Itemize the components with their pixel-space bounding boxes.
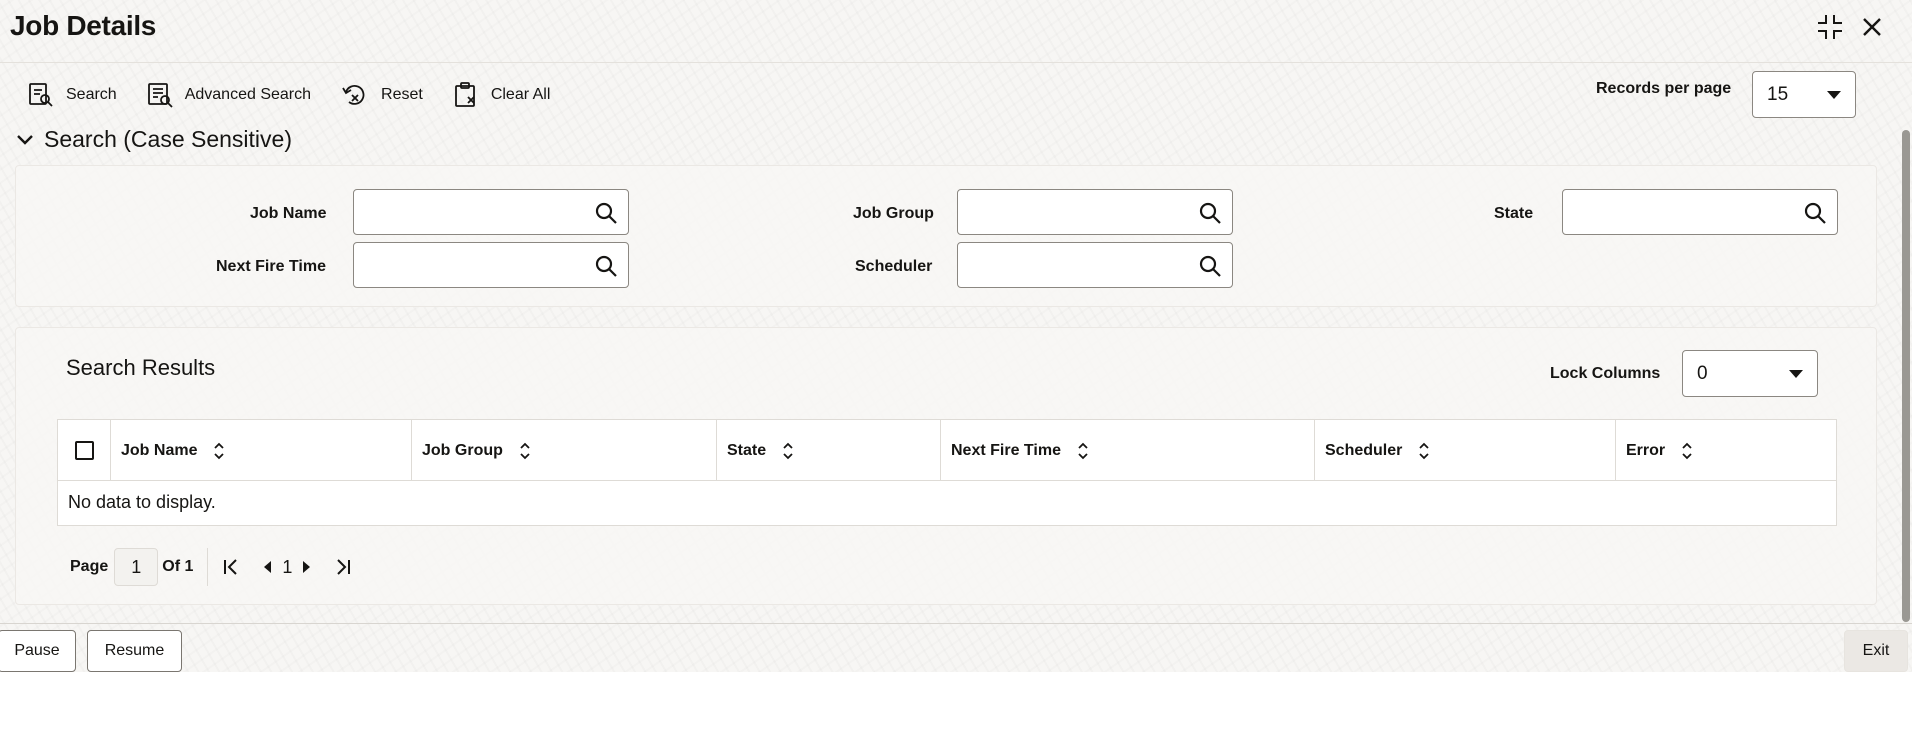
resume-button[interactable]: Resume [87, 630, 182, 672]
caret-right-icon [303, 561, 311, 573]
pause-button[interactable]: Pause [0, 630, 76, 672]
next-fire-time-label: Next Fire Time [216, 258, 326, 275]
clear-all-button[interactable]: Clear All [453, 82, 551, 108]
search-section-toggle[interactable]: Search (Case Sensitive) [16, 126, 292, 153]
page-count-label: Of 1 [162, 558, 194, 575]
search-section-title: Search (Case Sensitive) [44, 126, 292, 152]
collapse-icon [1818, 15, 1842, 39]
search-button-label: Search [66, 86, 117, 103]
search-icon[interactable] [1198, 201, 1222, 225]
page-title: Job Details [10, 10, 157, 41]
records-per-page-value: 15 [1767, 83, 1789, 105]
search-criteria-panel: Job Name Job Group State Next Fire Time … [15, 165, 1877, 307]
search-button[interactable]: Search [28, 82, 117, 108]
job-name-label: Job Name [250, 205, 327, 222]
column-label: Error [1626, 441, 1666, 459]
scheduler-field[interactable] [957, 242, 1233, 288]
sort-icon[interactable] [213, 442, 225, 460]
page-number-input[interactable]: 1 [114, 548, 159, 586]
close-icon [1863, 18, 1881, 36]
toolbar: Search Advanced Search Reset Clear All [28, 80, 580, 110]
column-label: Job Group [422, 441, 503, 459]
job-details-window: Job Details Search Advanced Search Reset… [0, 0, 1912, 672]
job-name-field[interactable] [353, 189, 629, 235]
records-per-page-select[interactable]: 15 [1752, 71, 1856, 118]
next-fire-time-field[interactable] [353, 242, 629, 288]
collapse-button[interactable] [1815, 12, 1845, 42]
lock-columns-label: Lock Columns [1550, 365, 1661, 382]
column-header-next-fire-time[interactable]: Next Fire Time [940, 420, 1314, 481]
column-header-error[interactable]: Error [1615, 420, 1836, 481]
column-label: Scheduler [1325, 441, 1403, 459]
next-page-button[interactable] [302, 560, 312, 574]
exit-button[interactable]: Exit [1844, 630, 1908, 672]
search-icon[interactable] [594, 254, 618, 278]
chevron-down-icon [17, 134, 33, 145]
column-label: Next Fire Time [951, 441, 1061, 459]
advanced-search-icon [147, 83, 173, 108]
reset-icon [342, 85, 365, 105]
search-results-panel: Search Results Lock Columns 0 Job Name J… [15, 327, 1877, 605]
sort-icon[interactable] [782, 442, 794, 460]
lock-columns-value: 0 [1697, 362, 1708, 384]
first-page-icon [224, 559, 238, 575]
advanced-search-button[interactable]: Advanced Search [147, 82, 311, 108]
current-page-number[interactable]: 1 [282, 557, 292, 578]
lock-columns-select[interactable]: 0 [1682, 350, 1818, 397]
column-header-job-name[interactable]: Job Name [110, 420, 411, 481]
previous-page-button[interactable] [262, 560, 272, 574]
sort-icon[interactable] [1418, 442, 1430, 460]
chevron-down-icon [1827, 90, 1841, 99]
page-label: Page [70, 558, 109, 575]
job-group-label: Job Group [853, 205, 934, 222]
column-header-state[interactable]: State [716, 420, 940, 481]
reset-label: Reset [381, 86, 423, 103]
caret-left-icon [264, 561, 272, 573]
column-header-job-group[interactable]: Job Group [411, 420, 716, 481]
sort-icon[interactable] [1681, 442, 1693, 460]
clear-all-label: Clear All [490, 86, 551, 103]
search-icon[interactable] [1198, 254, 1222, 278]
clear-all-icon [454, 82, 475, 107]
first-page-button[interactable] [222, 558, 240, 576]
select-all-checkbox[interactable] [75, 441, 94, 460]
pagination: Page 1 Of 1 1 [70, 548, 352, 586]
search-icon[interactable] [594, 201, 618, 225]
close-button[interactable] [1857, 12, 1887, 42]
search-form-icon [29, 83, 53, 107]
vertical-scrollbar[interactable] [1902, 130, 1910, 622]
last-page-icon [337, 559, 351, 575]
column-header-scheduler[interactable]: Scheduler [1314, 420, 1615, 481]
search-results-title: Search Results [66, 355, 216, 380]
sort-icon[interactable] [519, 442, 531, 460]
pager-divider [207, 548, 209, 586]
last-page-button[interactable] [334, 558, 352, 576]
chevron-down-icon [1789, 369, 1803, 378]
state-label: State [1494, 205, 1534, 222]
table-header: Job Name Job Group State Next Fire Time … [58, 420, 1836, 481]
scheduler-label: Scheduler [855, 258, 933, 275]
empty-message: No data to display. [68, 492, 216, 512]
results-table: Job Name Job Group State Next Fire Time … [57, 419, 1837, 526]
reset-button[interactable]: Reset [341, 82, 423, 108]
sort-icon[interactable] [1077, 442, 1089, 460]
records-per-page-label: Records per page [1596, 80, 1732, 97]
job-group-field[interactable] [957, 189, 1233, 235]
title-divider [0, 62, 1912, 63]
column-label: Job Name [121, 441, 198, 459]
state-field[interactable] [1562, 189, 1838, 235]
footer-divider [0, 623, 1912, 624]
search-icon[interactable] [1803, 201, 1827, 225]
column-label: State [727, 441, 767, 459]
advanced-search-label: Advanced Search [184, 86, 312, 103]
